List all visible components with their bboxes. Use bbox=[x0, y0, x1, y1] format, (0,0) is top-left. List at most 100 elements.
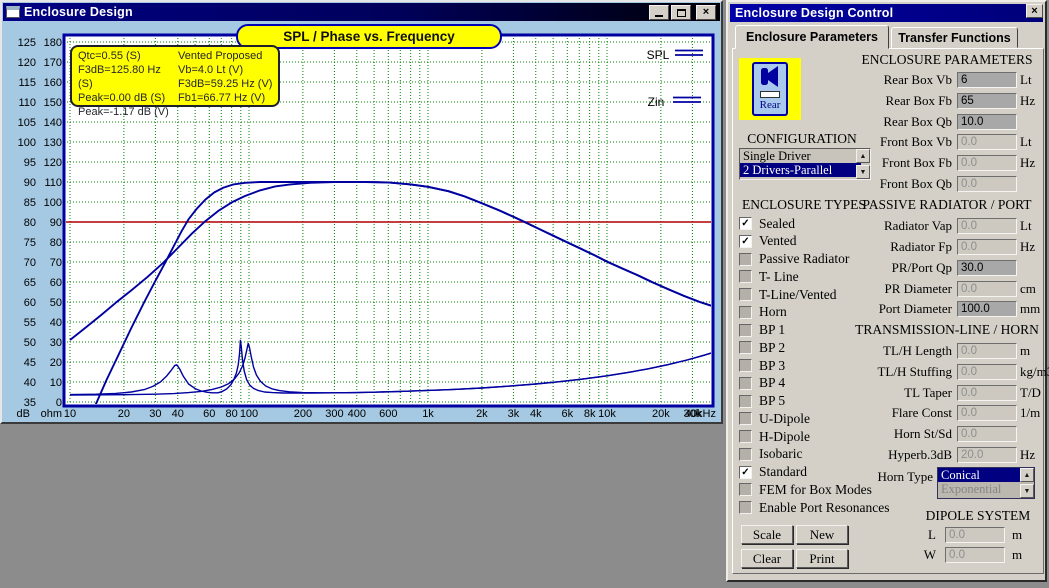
info-line: F3dB=59.25 Hz (V) bbox=[178, 77, 278, 91]
field-rear-box-vb[interactable]: 6 bbox=[957, 72, 1017, 88]
horn-type-listbox: ConicalExponential▲▼ bbox=[937, 467, 1035, 499]
checkbox-row-standard[interactable]: ✓ Standard bbox=[739, 464, 807, 481]
checkbox-row-bp-1[interactable]: BP 1 bbox=[739, 322, 785, 339]
checkbox-row-bp-4[interactable]: BP 4 bbox=[739, 375, 785, 392]
main-window-titlebar[interactable]: Enclosure Design × bbox=[3, 3, 720, 21]
field-front-box-qb[interactable]: 0.0 bbox=[957, 176, 1017, 192]
legend-zin-label: Zin bbox=[648, 95, 665, 109]
checkbox-label: BP 1 bbox=[759, 322, 785, 338]
checkbox-bp-1[interactable] bbox=[739, 324, 752, 337]
checkbox-bp-4[interactable] bbox=[739, 377, 752, 390]
y-db-tick-label: 95 bbox=[24, 157, 36, 169]
horn-type-option-conical[interactable]: Conical bbox=[938, 468, 1025, 482]
tab-enclosure-parameters[interactable]: Enclosure Parameters bbox=[735, 25, 889, 49]
checkbox-label: Sealed bbox=[759, 216, 795, 232]
x-tick-label: 600 bbox=[379, 408, 397, 420]
minimize-button[interactable] bbox=[649, 5, 669, 20]
tab-transfer-functions[interactable]: Transfer Functions bbox=[891, 27, 1018, 48]
field-label-w: W bbox=[824, 547, 936, 563]
checkbox-label: T- Line bbox=[759, 269, 799, 285]
checkbox-row-sealed[interactable]: ✓ Sealed bbox=[739, 215, 795, 232]
checkbox-label: Standard bbox=[759, 464, 807, 480]
x-tick-label: 300 bbox=[325, 408, 343, 420]
checkbox-bp-2[interactable] bbox=[739, 341, 752, 354]
checkbox-standard[interactable]: ✓ bbox=[739, 466, 752, 479]
checkbox-row-bp-3[interactable]: BP 3 bbox=[739, 357, 785, 374]
field-front-box-vb[interactable]: 0.0 bbox=[957, 134, 1017, 150]
field-unit-flare-const: 1/m bbox=[1020, 405, 1040, 421]
checkbox-isobaric[interactable] bbox=[739, 448, 752, 461]
checkbox-bp-3[interactable] bbox=[739, 359, 752, 372]
field-pr-diameter[interactable]: 0.0 bbox=[957, 281, 1017, 297]
desktop: Enclosure Design × 102030406080100200300… bbox=[0, 0, 1049, 588]
checkbox-row-horn[interactable]: Horn bbox=[739, 304, 787, 321]
checkbox-bp-5[interactable] bbox=[739, 395, 752, 408]
horn-type-option-exponential[interactable]: Exponential bbox=[938, 482, 1025, 496]
field-tl-h-stuffing[interactable]: 0.0 bbox=[957, 364, 1017, 380]
x-tick-label: 30k bbox=[684, 408, 702, 420]
scale-button[interactable]: Scale bbox=[741, 525, 793, 544]
checkbox-row-vented[interactable]: ✓Vented bbox=[739, 233, 797, 250]
checkbox-horn[interactable] bbox=[739, 306, 752, 319]
checkbox-row-h-dipole[interactable]: H-Dipole bbox=[739, 428, 810, 445]
checkbox-u-dipole[interactable] bbox=[739, 412, 752, 425]
clear-button[interactable]: Clear bbox=[741, 549, 793, 568]
horn-type-scrollbar[interactable]: ▲▼ bbox=[1020, 468, 1034, 498]
y-db-tick-label: 115 bbox=[18, 77, 36, 89]
checkbox-row-t-line[interactable]: T- Line bbox=[739, 268, 799, 285]
field-rear-box-fb[interactable]: 65 bbox=[957, 93, 1017, 109]
field-rear-box-qb[interactable]: 10.0 bbox=[957, 114, 1017, 130]
scroll-up-icon[interactable]: ▲ bbox=[1020, 468, 1034, 482]
control-window-titlebar[interactable]: Enclosure Design Control bbox=[730, 4, 1043, 22]
checkbox-passive-radiator[interactable] bbox=[739, 253, 752, 266]
checkbox-fem-for-box-modes[interactable] bbox=[739, 483, 752, 496]
checkbox-row-enable-port-resonances[interactable]: Enable Port Resonances bbox=[739, 499, 889, 516]
field-port-diameter[interactable]: 100.0 bbox=[957, 301, 1017, 317]
legend-spl-label: SPL bbox=[647, 48, 670, 62]
control-close-button[interactable]: × bbox=[1026, 4, 1043, 18]
field-tl-taper[interactable]: 0.0 bbox=[957, 385, 1017, 401]
checkbox-label: U-Dipole bbox=[759, 411, 810, 427]
enclosure-design-control-window: Enclosure Design Control × Enclosure Par… bbox=[726, 0, 1047, 582]
field-radiator-vap[interactable]: 0.0 bbox=[957, 218, 1017, 234]
checkbox-h-dipole[interactable] bbox=[739, 430, 752, 443]
checkbox-row-bp-2[interactable]: BP 2 bbox=[739, 339, 785, 356]
close-button[interactable]: × bbox=[696, 5, 716, 20]
field-tl-h-length[interactable]: 0.0 bbox=[957, 343, 1017, 359]
checkbox-t-line-vented[interactable] bbox=[739, 288, 752, 301]
y-ohm-tick-label: 10 bbox=[50, 377, 62, 389]
close-icon: × bbox=[1031, 5, 1037, 18]
field-unit-radiator-vap: Lt bbox=[1020, 218, 1032, 234]
section-header-transmission-line-horn: TRANSMISSION-LINE / HORN bbox=[832, 322, 1049, 338]
checkbox-t-line[interactable] bbox=[739, 270, 752, 283]
field-hyperb-3db[interactable]: 20.0 bbox=[957, 447, 1017, 463]
field-flare-const[interactable]: 0.0 bbox=[957, 405, 1017, 421]
field-l[interactable]: 0.0 bbox=[945, 527, 1005, 543]
y-db-tick-label: 55 bbox=[24, 317, 36, 329]
x-tick-label: 1k bbox=[422, 408, 434, 420]
series-spl-vented-v- bbox=[93, 182, 715, 410]
checkbox-row-t-line-vented[interactable]: T-Line/Vented bbox=[739, 286, 836, 303]
maximize-button[interactable] bbox=[671, 5, 691, 20]
y-ohm-tick-label: 180 bbox=[44, 37, 62, 49]
series-spl-sealed-s- bbox=[70, 182, 715, 340]
checkbox-sealed[interactable]: ✓ bbox=[739, 217, 752, 230]
field-w[interactable]: 0.0 bbox=[945, 547, 1005, 563]
checkbox-row-isobaric[interactable]: Isobaric bbox=[739, 446, 802, 463]
field-pr-port-qp[interactable]: 30.0 bbox=[957, 260, 1017, 276]
info-box-column-1: Qtc=0.55 (S)F3dB=125.80 Hz (S)Peak=0.00 … bbox=[78, 49, 178, 105]
checkbox-enable-port-resonances[interactable] bbox=[739, 501, 752, 514]
field-label-pr-diameter: PR Diameter bbox=[824, 281, 952, 297]
checkbox-row-u-dipole[interactable]: U-Dipole bbox=[739, 410, 810, 427]
field-radiator-fp[interactable]: 0.0 bbox=[957, 239, 1017, 255]
x-tick-label: 20 bbox=[118, 408, 130, 420]
checkbox-row-bp-5[interactable]: BP 5 bbox=[739, 393, 785, 410]
field-unit-hyperb-3db: Hz bbox=[1020, 447, 1035, 463]
checkbox-vented[interactable]: ✓ bbox=[739, 235, 752, 248]
y-db-tick-label: 85 bbox=[24, 197, 36, 209]
field-front-box-fb[interactable]: 0.0 bbox=[957, 155, 1017, 171]
x-tick-label: 6k bbox=[561, 408, 573, 420]
scroll-down-icon[interactable]: ▼ bbox=[1020, 484, 1034, 498]
field-horn-st-sd[interactable]: 0.0 bbox=[957, 426, 1017, 442]
y-ohm-tick-label: 20 bbox=[50, 357, 62, 369]
